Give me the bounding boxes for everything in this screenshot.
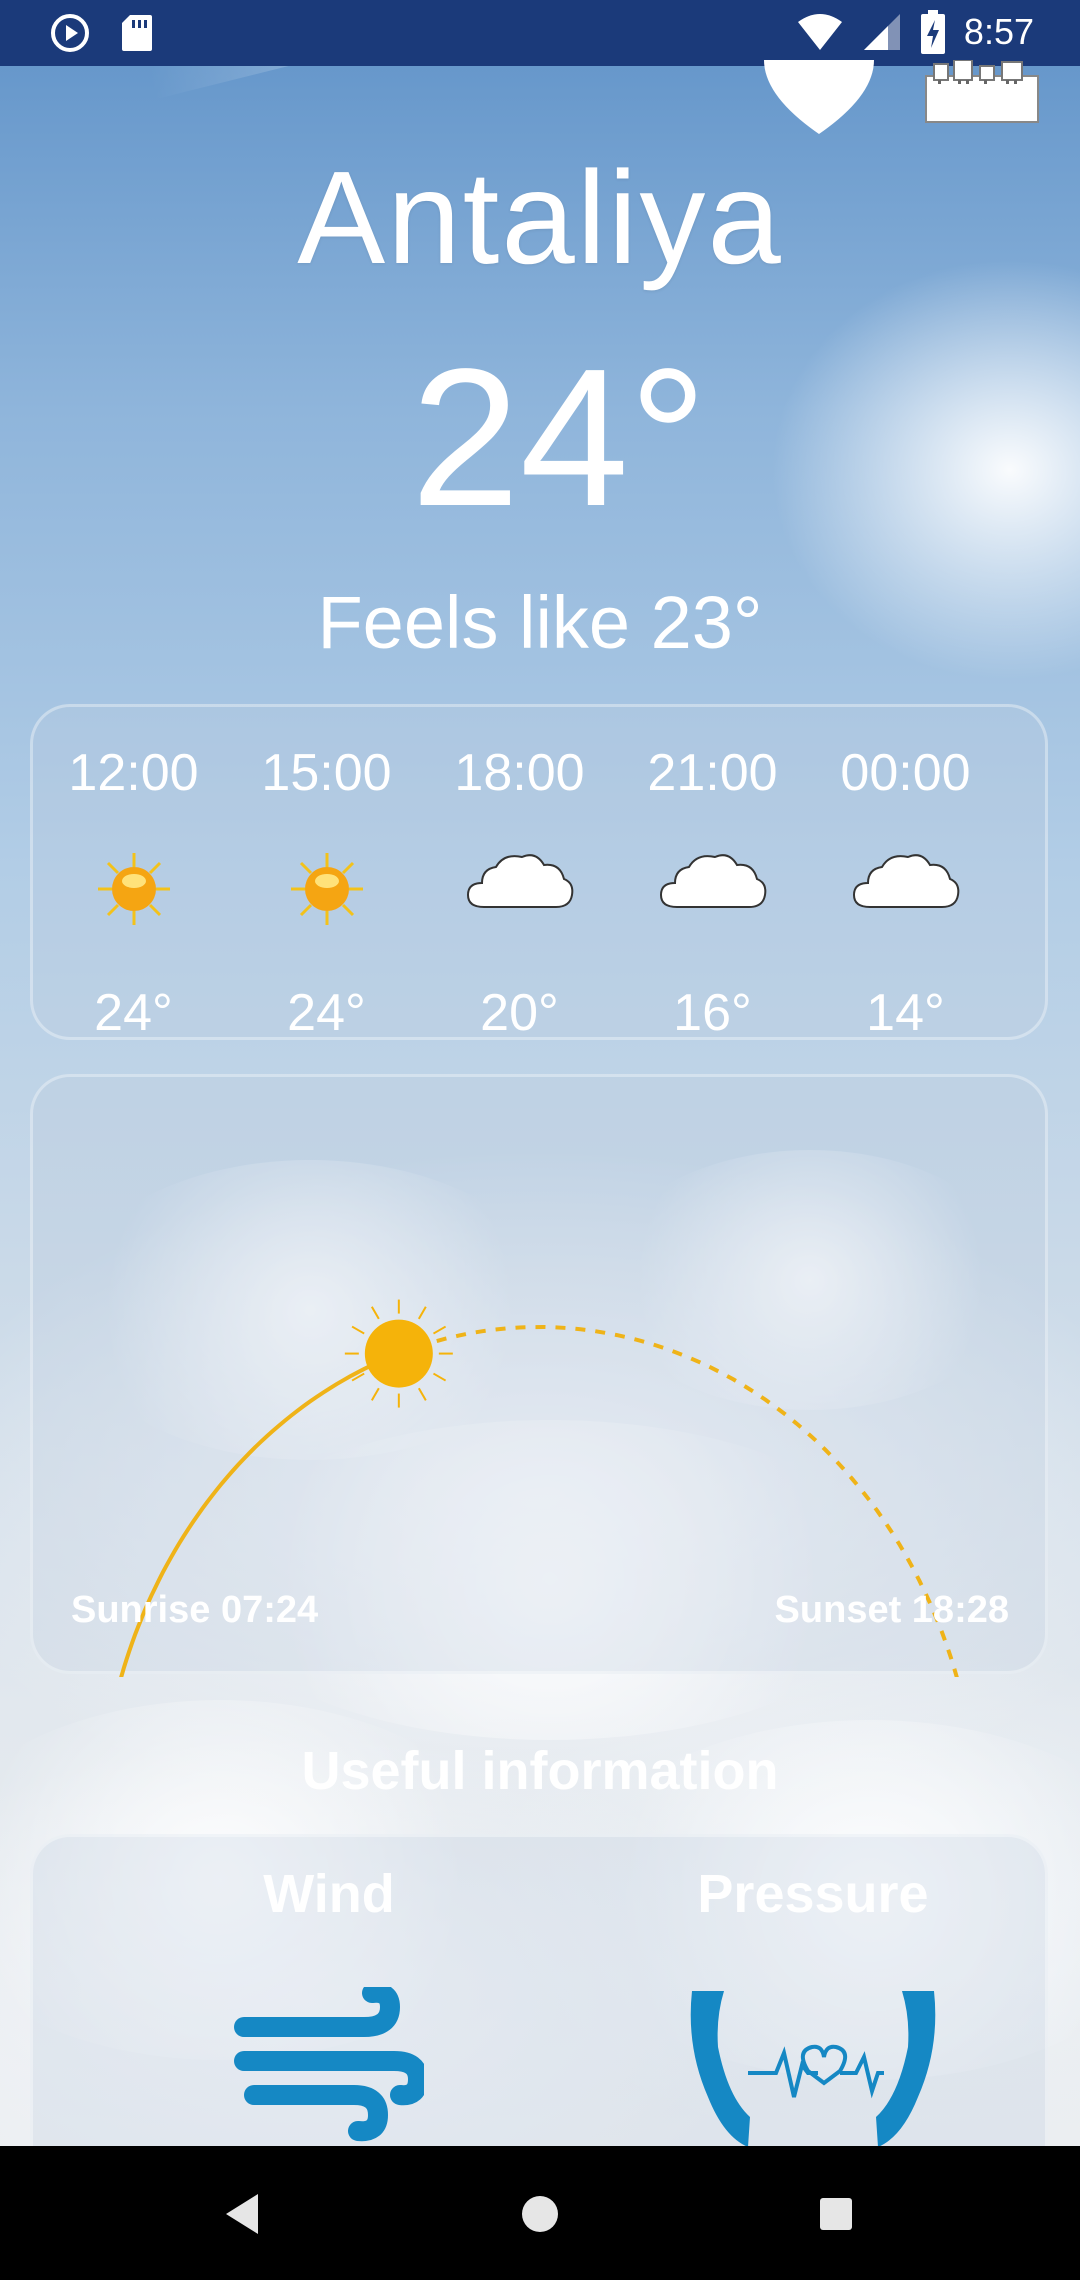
hour-time: 21:00	[647, 744, 778, 802]
wind-icon	[234, 1987, 424, 2142]
hourly-item: 21:00 16°	[616, 707, 809, 1043]
battery-charging-icon	[920, 10, 945, 54]
feels-like: Feels like 23°	[317, 581, 763, 664]
cloud-icon	[659, 854, 766, 908]
city-skyline-icon[interactable]	[924, 60, 1040, 124]
sunset-time: Sunset 18:28	[774, 1589, 1009, 1631]
home-icon[interactable]	[514, 2188, 566, 2240]
wifi-icon	[797, 14, 842, 50]
sun-position-icon	[344, 1299, 453, 1408]
hourly-item: 15:00 24°	[230, 707, 423, 1043]
clock: 8:57	[963, 11, 1034, 52]
sun-arc	[119, 1299, 959, 1677]
navigation-bar	[0, 2146, 1080, 2280]
recents-icon[interactable]	[810, 2188, 862, 2240]
play-icon	[51, 14, 89, 52]
hour-time: 00:00	[840, 744, 971, 802]
pressure-label: Pressure	[697, 1864, 929, 1924]
hour-temperature: 24°	[287, 984, 366, 1042]
heart-icon[interactable]	[760, 60, 878, 140]
hourly-item: 18:00 20°	[423, 707, 616, 1043]
pressure-hands-heart-icon	[690, 1991, 936, 2147]
hourly-item: 00:00 14°	[809, 707, 1002, 1043]
hour-temperature: 20°	[480, 984, 559, 1042]
sun-path-card: Sunrise 07:24 Sunset 18:28	[30, 1074, 1048, 1677]
sun-icon	[290, 853, 363, 925]
hour-temperature: 16°	[673, 984, 752, 1042]
cloud-icon	[852, 854, 959, 908]
cell-signal-icon	[863, 14, 900, 50]
sd-card-icon	[122, 15, 152, 51]
hour-time: 18:00	[454, 744, 585, 802]
cloud-icon	[466, 854, 573, 908]
useful-information-title: Useful information	[301, 1741, 779, 1801]
hour-time: 12:00	[68, 744, 199, 802]
back-icon[interactable]	[218, 2188, 270, 2240]
sunrise-time: Sunrise 07:24	[71, 1589, 319, 1631]
hourly-forecast-card[interactable]: 12:00 24° 15:00 24° 18:00 20° 21:00 16° …	[30, 704, 1048, 1043]
hour-time: 15:00	[261, 744, 392, 802]
current-temperature: 24°	[410, 328, 708, 547]
hour-temperature: 14°	[866, 984, 945, 1042]
city-name: Antaliya	[297, 144, 783, 291]
hourly-item: 12:00 24°	[37, 707, 230, 1043]
status-bar: 8:57	[0, 0, 1080, 66]
hour-temperature: 24°	[94, 984, 173, 1042]
sun-icon	[97, 853, 170, 925]
wind-label: Wind	[263, 1864, 395, 1924]
